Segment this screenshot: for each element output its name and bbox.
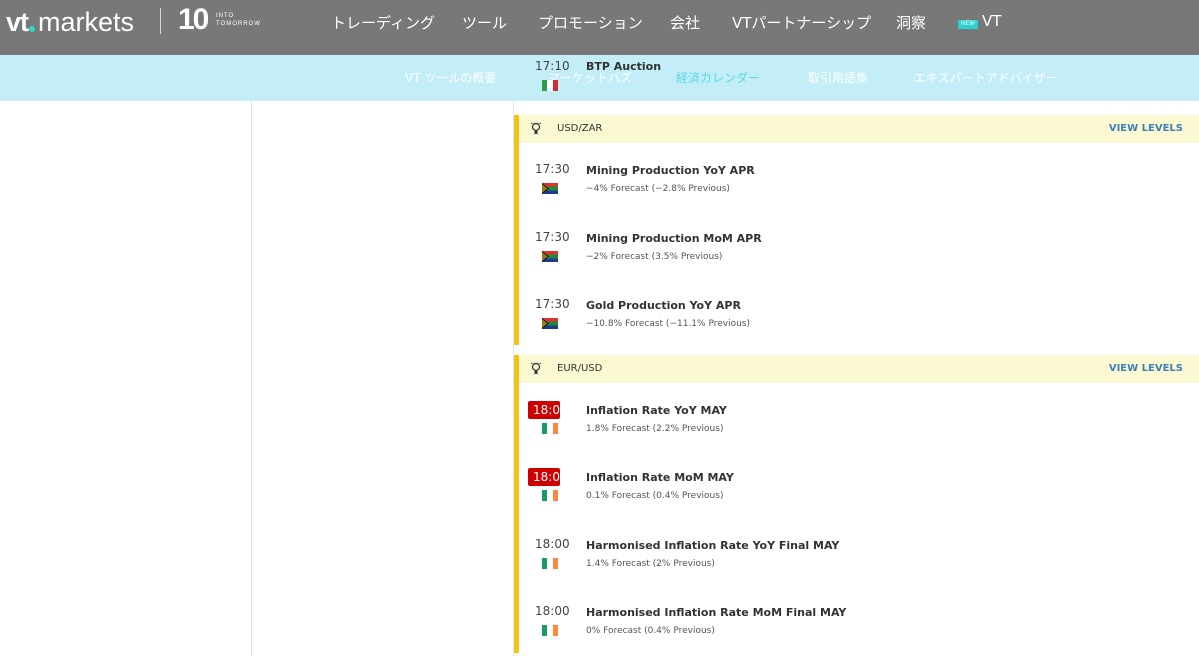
event-name: Mining Production MoM APR [586, 232, 762, 245]
event-row[interactable]: 18:00 Harmonised Inflation Rate YoY Fina… [514, 537, 1199, 605]
event-time-highlighted: 18:00 [528, 468, 568, 486]
event-name: Harmonised Inflation Rate YoY Final MAY [586, 539, 840, 552]
ireland-flag-icon [542, 558, 558, 569]
nav-company[interactable]: 会社 [670, 12, 700, 33]
event-time: 17:30 [535, 162, 570, 176]
top-event-name-overlay: BTP Auction [586, 60, 662, 73]
event-forecast: −2% Forecast (3.5% Previous) [586, 252, 723, 262]
event-forecast: −4% Forecast (−2.8% Previous) [586, 184, 730, 194]
event-name: Harmonised Inflation Rate MoM Final MAY [586, 606, 847, 619]
group-header: USD/ZAR VIEW LEVELS [519, 115, 1199, 143]
event-row[interactable]: 17:30 Mining Production MoM APR −2% Fore… [514, 230, 1199, 298]
lightbulb-icon [531, 122, 541, 134]
anniversary-tagline: INTO TOMORROW [216, 13, 261, 27]
logo-separator [160, 8, 161, 34]
nav-vt[interactable]: VT [982, 12, 1001, 30]
event-forecast: 1.8% Forecast (2.2% Previous) [586, 424, 724, 434]
nav-promotions[interactable]: プロモーション [538, 12, 643, 33]
subnav-economic-calendar[interactable]: 経済カレンダー [676, 69, 760, 86]
south-africa-flag-icon [542, 318, 558, 329]
nav-tools[interactable]: ツール [462, 12, 507, 33]
event-name: Inflation Rate MoM MAY [586, 471, 734, 484]
subnav-tools-overview[interactable]: VT ツールの概要 [405, 69, 496, 86]
event-row[interactable]: 18:00 Harmonised Inflation Rate MoM Fina… [514, 604, 1199, 656]
event-name: Mining Production YoY APR [586, 164, 755, 177]
ireland-flag-icon [542, 423, 558, 434]
event-time: 17:30 [535, 297, 570, 311]
subnav-expert-advisor[interactable]: エキスパートアドバイザー [914, 69, 1058, 86]
event-row[interactable]: 17:30 Mining Production YoY APR −4% Fore… [514, 162, 1199, 230]
south-africa-flag-icon [542, 183, 558, 194]
event-name: Gold Production YoY APR [586, 299, 741, 312]
nav-insights[interactable]: 洞察 [896, 12, 926, 33]
event-forecast: −10.8% Forecast (−11.1% Previous) [586, 319, 750, 329]
currency-pair-label: USD/ZAR [557, 123, 603, 134]
view-levels-link[interactable]: VIEW LEVELS [1109, 363, 1183, 374]
vt-markets-logo[interactable]: vt markets [6, 6, 134, 38]
logo-markets-text: markets [38, 6, 135, 37]
nav-partnership[interactable]: VTパートナーシップ [732, 12, 871, 33]
event-row[interactable]: 18:00 Inflation Rate YoY MAY 1.8% Foreca… [514, 401, 1199, 470]
nav-trading[interactable]: トレーディング [331, 12, 435, 33]
group-header: EUR/USD VIEW LEVELS [519, 355, 1199, 383]
anniversary-logo: 10 [178, 3, 209, 36]
ireland-flag-icon [542, 490, 558, 501]
event-group-eurusd: EUR/USD VIEW LEVELS 18:00 Inflation Rate… [514, 355, 1199, 653]
event-forecast: 0.1% Forecast (0.4% Previous) [586, 491, 724, 501]
italy-flag-icon [542, 80, 558, 91]
event-forecast: 0% Forecast (0.4% Previous) [586, 626, 715, 636]
new-badge: NEW [958, 20, 978, 29]
south-africa-flag-icon [542, 251, 558, 262]
lightbulb-icon [531, 362, 541, 374]
top-event-time-overlay: 17:10 [535, 59, 570, 73]
event-group-usdzar: USD/ZAR VIEW LEVELS 17:30 Mining Product… [514, 115, 1199, 345]
event-time: 18:00 [535, 604, 570, 618]
ireland-flag-icon [542, 625, 558, 636]
top-nav-bar: vt markets 10 INTO TOMORROW トレーディング ツール … [0, 0, 1199, 55]
logo-vt-text: vt [6, 6, 29, 37]
event-forecast: 1.4% Forecast (2% Previous) [586, 559, 715, 569]
event-name: Inflation Rate YoY MAY [586, 404, 727, 417]
event-time: 18:00 [535, 537, 570, 551]
currency-pair-label: EUR/USD [557, 363, 603, 374]
subnav-glossary[interactable]: 取引用語集 [808, 69, 868, 86]
view-levels-link[interactable]: VIEW LEVELS [1109, 123, 1183, 134]
event-time-highlighted: 18:00 [528, 401, 568, 419]
event-row[interactable]: 18:00 Inflation Rate MoM MAY 0.1% Foreca… [514, 468, 1199, 537]
event-time: 17:30 [535, 230, 570, 244]
logo-dot [29, 26, 36, 32]
